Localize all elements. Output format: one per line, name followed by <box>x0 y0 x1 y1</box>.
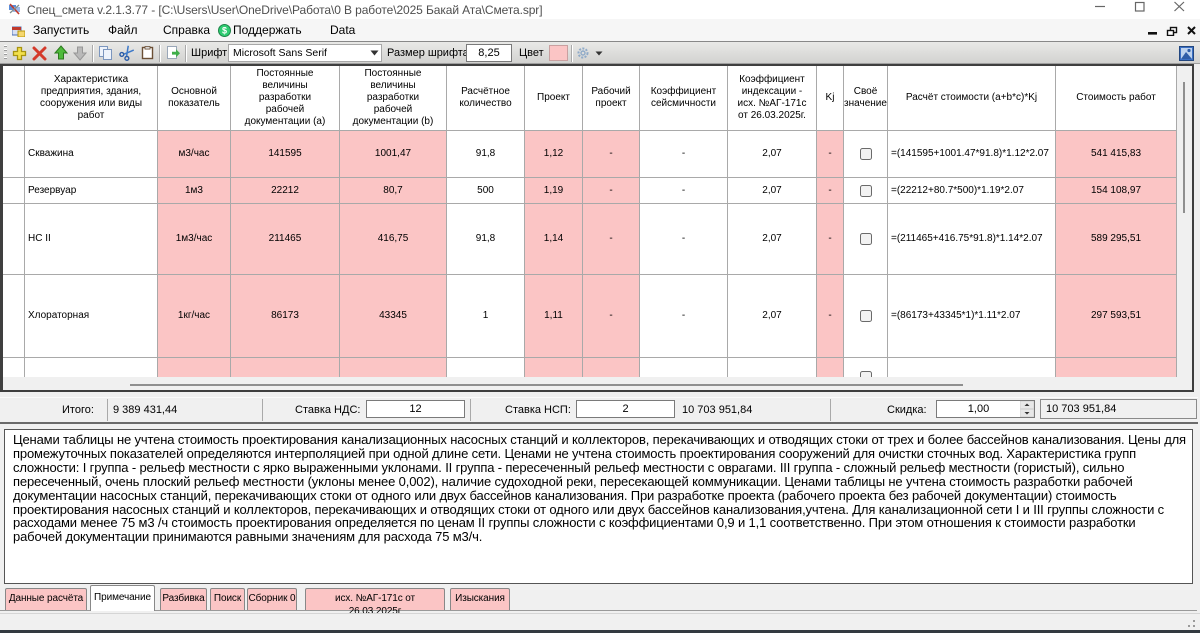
svg-text:$: $ <box>222 26 227 36</box>
